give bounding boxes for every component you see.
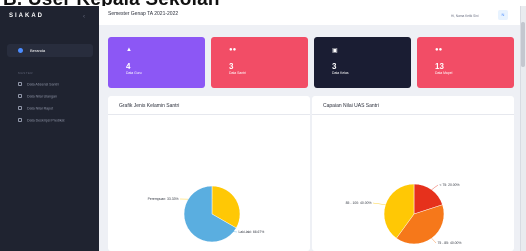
home-icon [18, 48, 23, 53]
document-icon [18, 94, 22, 98]
collapse-icon[interactable]: ‹ [83, 14, 85, 20]
stat-value: 4 [126, 62, 131, 71]
stat-label: Data Mapel [435, 71, 453, 75]
pie-data-label: 85 - 100: 40.00% [346, 201, 372, 205]
stat-label: Data Santri [229, 71, 246, 75]
uas-pie-chart: < 75: 20.00% 75 - 85: 40.00% 85 - 100: 40.… [346, 183, 462, 245]
avatar[interactable]: N [498, 10, 508, 20]
sidebar-item-label: Data Deskripsi Predikat [27, 118, 65, 123]
sidebar-item-absensi[interactable]: Data Absensi Santri [18, 82, 59, 87]
pie-label-connector [431, 184, 439, 190]
sidebar-section-label: MASTER [18, 71, 33, 75]
stat-label: Data Guru [126, 71, 142, 75]
sidebar-item-label: Data Absensi Santri [27, 82, 59, 87]
stat-card-mapel[interactable]: ●● 13 Data Mapel [417, 37, 514, 88]
door-icon: ▣ [332, 48, 338, 54]
stat-label: Data Kelas [332, 71, 349, 75]
people-icon: ●● [435, 47, 443, 53]
user-greeting[interactable]: Hi, Nama Ketik Sini [451, 14, 478, 18]
brand-logo[interactable]: SIAKAD [9, 13, 44, 19]
sidebar-item-deskripsi-predikat[interactable]: Data Deskripsi Predikat [18, 118, 65, 123]
stat-card-guru[interactable]: ▲ 4 Data Guru [108, 37, 205, 88]
semester-label: Semester Genap TA 2021-2022 [108, 11, 179, 17]
sidebar-item-nilai-rapot[interactable]: Data Nilai Rapot [18, 106, 53, 111]
stat-card-santri[interactable]: ●● 3 Data Santri [211, 37, 308, 88]
sidebar: SIAKAD ‹ Beranda MASTER Data Absensi San… [0, 6, 99, 251]
pie-data-label: 75 - 85: 40.00% [438, 241, 462, 245]
gender-pie-chart: Perempuan: 33.33% Laki-laki: 66.67% [148, 185, 265, 243]
stat-value: 13 [435, 62, 444, 71]
sidebar-item-label: Data Nilai Rapot [27, 106, 54, 111]
checkbox-icon [18, 82, 22, 86]
sidebar-item-label[interactable]: Beranda [30, 48, 45, 53]
pie-label-connector [431, 238, 437, 244]
school-icon: ▲ [126, 47, 132, 53]
pie-data-label: Laki-laki: 66.67% [239, 230, 265, 234]
pie-data-label: < 75: 20.00% [440, 183, 460, 187]
scrollbar-thumb[interactable] [521, 22, 525, 67]
sidebar-item-nilai-ulangan[interactable]: Data Nilai Ulangan [18, 94, 57, 99]
stat-card-kelas[interactable]: ▣ 3 Data Kelas [314, 37, 411, 88]
topbar: Semester Genap TA 2021-2022 Hi, Nama Ket… [99, 6, 520, 25]
app-root: B. User Kepala Sekolah SIAKAD ‹ Beranda … [0, 0, 526, 251]
people-icon: ●● [229, 47, 237, 53]
stat-value: 3 [332, 62, 337, 71]
uas-chart-panel: Capaian Nilai UAS Santri < 75: 20.00% 75 … [312, 96, 514, 251]
gender-chart-panel: Grafik Jenis Kelamin Santri Perempuan: 3… [108, 96, 310, 251]
document-icon [18, 106, 22, 110]
document-icon [18, 118, 22, 122]
pie-data-label: Perempuan: 33.33% [148, 197, 179, 201]
pie-label-connector [372, 202, 386, 205]
sidebar-item-label: Data Nilai Ulangan [27, 94, 57, 99]
stat-value: 3 [229, 62, 234, 71]
